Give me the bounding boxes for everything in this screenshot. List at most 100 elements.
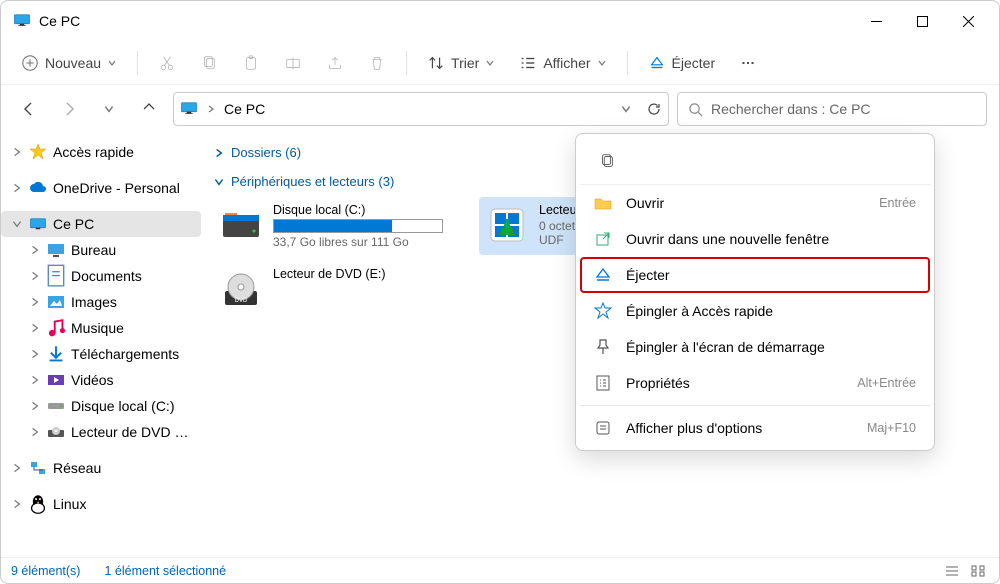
sidebar-item-label: Images [71,294,117,310]
cm-more-options[interactable]: Afficher plus d'options Maj+F10 [580,410,930,446]
properties-icon [594,374,612,392]
title-bar: Ce PC [1,1,999,41]
images-icon [47,293,65,311]
drive-icon [219,203,263,247]
breadcrumb[interactable]: Ce PC [224,101,265,117]
forward-button[interactable] [53,93,85,125]
paste-button [232,48,270,78]
sidebar-item-label: Téléchargements [71,346,179,362]
search-icon [688,102,703,117]
group-label: Périphériques et lecteurs (3) [231,174,394,189]
sidebar-item-label: Disque local (C:) [71,398,174,414]
dvd-drive-icon [47,423,65,441]
search-placeholder: Rechercher dans : Ce PC [711,101,871,117]
refresh-icon[interactable] [646,101,662,117]
sidebar-item-dvd-d[interactable]: Lecteur de DVD (D:) Windows 11 [1,419,201,445]
view-label: Afficher [543,55,590,71]
cm-label: Ouvrir [626,195,865,211]
cm-properties[interactable]: Propriétés Alt+Entrée [580,365,930,401]
address-bar[interactable]: Ce PC [173,92,669,126]
sidebar-item-desktop[interactable]: Bureau [1,237,201,263]
separator [580,405,930,406]
sidebar-item-this-pc[interactable]: Ce PC [1,211,201,237]
new-button[interactable]: Nouveau [11,48,127,78]
back-button[interactable] [13,93,45,125]
separator [406,51,407,75]
eject-icon [594,266,612,284]
sidebar-item-disk-c[interactable]: Disque local (C:) [1,393,201,419]
content-pane[interactable]: Dossiers (6) Périphériques et lecteurs (… [201,133,999,557]
minimize-button[interactable] [853,1,899,41]
device-dvd-e[interactable]: DVD Lecteur de DVD (E:) [213,261,473,317]
usage-bar [273,219,443,233]
eject-label: Éjecter [672,55,716,71]
sidebar-item-label: Accès rapide [53,144,134,160]
downloads-icon [47,345,65,363]
sidebar-item-downloads[interactable]: Téléchargements [1,341,201,367]
item-count: 9 élément(s) [11,564,80,578]
copy-button [190,48,228,78]
music-icon [47,319,65,337]
recent-button[interactable] [93,93,125,125]
rename-button [274,48,312,78]
cm-pin-quick[interactable]: Épingler à Accès rapide [580,293,930,329]
tux-icon [29,495,47,513]
sidebar-item-network[interactable]: Réseau [1,455,201,481]
status-bar: 9 élément(s) 1 élément sélectionné [1,557,999,583]
cm-shortcut: Alt+Entrée [857,376,916,390]
context-menu: Ouvrir Entrée Ouvrir dans une nouvelle f… [575,133,935,451]
sidebar-item-quick-access[interactable]: Accès rapide [1,139,201,165]
cm-pin-start[interactable]: Épingler à l'écran de démarrage [580,329,930,365]
search-field[interactable]: Rechercher dans : Ce PC [677,92,987,126]
sidebar-item-videos[interactable]: Vidéos [1,367,201,393]
videos-icon [47,371,65,389]
nav-row: Ce PC Rechercher dans : Ce PC [1,85,999,133]
cm-open-new-window[interactable]: Ouvrir dans une nouvelle fenêtre [580,221,930,257]
details-view-button[interactable] [941,562,963,580]
device-name: Disque local (C:) [273,203,467,217]
chevron-down-icon[interactable] [620,103,632,115]
device-disk-c[interactable]: Disque local (C:) 33,7 Go libres sur 111… [213,197,473,255]
new-label: Nouveau [45,55,101,71]
sidebar-item-onedrive[interactable]: OneDrive - Personal [1,175,201,201]
separator [137,51,138,75]
icons-view-button[interactable] [967,562,989,580]
sidebar-item-linux[interactable]: Linux [1,491,201,517]
sidebar-item-label: Vidéos [71,372,114,388]
share-button [316,48,354,78]
selection-count: 1 élément sélectionné [104,564,226,578]
cm-label: Épingler à Accès rapide [626,303,916,319]
up-button[interactable] [133,93,165,125]
close-button[interactable] [945,1,991,41]
svg-text:DVD: DVD [235,298,248,304]
pc-icon [180,101,198,118]
cm-shortcut: Entrée [879,196,916,210]
desktop-icon [47,241,65,259]
more-button[interactable] [729,48,767,78]
sidebar-item-label: Documents [71,268,142,284]
new-window-icon [594,230,612,248]
view-button[interactable]: Afficher [509,48,616,78]
pin-icon [594,338,612,356]
sort-button[interactable]: Trier [417,48,505,78]
sidebar-item-music[interactable]: Musique [1,315,201,341]
chevron-right-icon [206,104,216,114]
folder-icon [594,194,612,212]
cm-label: Afficher plus d'options [626,420,853,436]
drive-icon [47,397,65,415]
sidebar-item-label: OneDrive - Personal [53,180,180,196]
documents-icon [47,267,65,285]
sidebar-item-documents[interactable]: Documents [1,263,201,289]
cm-open[interactable]: Ouvrir Entrée [580,185,930,221]
eject-button[interactable]: Éjecter [638,48,726,78]
copy-button[interactable] [590,144,624,178]
cm-label: Éjecter [626,267,916,283]
maximize-button[interactable] [899,1,945,41]
pc-icon [29,215,47,233]
installer-disc-icon [485,203,529,247]
sidebar-item-images[interactable]: Images [1,289,201,315]
cm-eject[interactable]: Éjecter [580,257,930,293]
cm-label: Épingler à l'écran de démarrage [626,339,916,355]
cm-shortcut: Maj+F10 [867,421,916,435]
nav-tree[interactable]: Accès rapide OneDrive - Personal Ce PC B… [1,133,201,557]
